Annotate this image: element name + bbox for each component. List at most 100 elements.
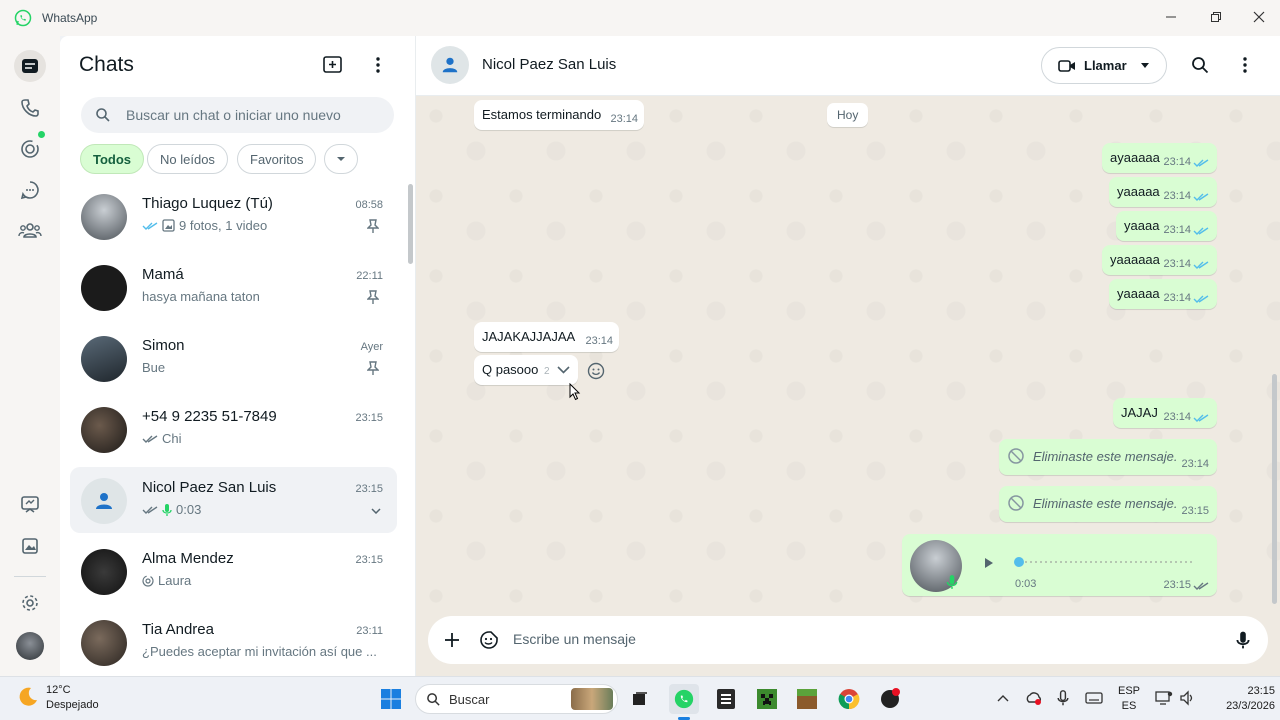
rail-chats-button[interactable]	[14, 50, 46, 82]
message-outgoing[interactable]: JAJAJ 23:14	[1113, 398, 1217, 428]
chat-time: 23:15	[355, 554, 383, 566]
microphone-icon[interactable]	[1236, 630, 1250, 650]
message-text: yaaaa	[1124, 218, 1160, 233]
restore-icon	[1211, 12, 1221, 22]
message-incoming[interactable]: JAJAKAJJAJAA 23:14	[474, 322, 619, 352]
language-indicator[interactable]: ESP	[1114, 685, 1144, 697]
onedrive-icon[interactable]	[1025, 690, 1043, 706]
read-ticks-icon	[1193, 227, 1209, 235]
message-text: Q pasooo	[482, 362, 539, 377]
search-icon	[427, 693, 440, 706]
message-area: Estamos terminando 23:14 Hoy ayaaaaa 23:14…	[416, 96, 1280, 606]
chat-name: +54 9 2235 51-7849	[142, 408, 277, 425]
close-icon	[1253, 11, 1265, 23]
message-text: Eliminaste este mensaje.	[1033, 449, 1178, 464]
call-button[interactable]: Llamar	[1041, 47, 1167, 84]
start-button[interactable]	[376, 684, 406, 714]
search-conversation-button[interactable]	[1186, 51, 1214, 79]
message-outgoing[interactable]: yaaaaa 23:14	[1109, 177, 1217, 207]
message-incoming[interactable]: Estamos terminando 23:14	[474, 100, 644, 130]
keyboard-icon[interactable]	[1085, 691, 1103, 705]
chat-row[interactable]: +54 9 2235 51-7849 23:15 Chi	[70, 396, 397, 462]
pin-icon	[367, 361, 379, 375]
taskbar-minecraft[interactable]	[752, 684, 782, 714]
conversation-menu-button[interactable]	[1231, 51, 1259, 79]
chat-row[interactable]: Mamá 22:11 hasya mañana taton	[70, 254, 397, 320]
react-emoji-button[interactable]	[584, 359, 608, 383]
taskbar-chrome[interactable]	[834, 684, 864, 714]
message-outgoing[interactable]: ayaaaaa 23:14	[1102, 143, 1217, 173]
taskbar-whatsapp[interactable]	[669, 684, 699, 714]
chrome-icon	[838, 689, 860, 710]
play-icon[interactable]	[984, 557, 994, 569]
message-time: 23:14	[1163, 258, 1191, 270]
message-options-chevron-icon[interactable]	[557, 366, 570, 374]
chatlist-scrollbar[interactable]	[408, 184, 413, 264]
clock-time[interactable]: 23:15	[1205, 685, 1275, 697]
contact-header-avatar[interactable]	[431, 46, 469, 84]
message-text: yaaaaaa	[1110, 252, 1160, 267]
new-chat-button[interactable]	[319, 51, 347, 79]
profile-avatar[interactable]	[16, 632, 44, 660]
rail-channels-button[interactable]	[14, 174, 46, 206]
weather-moon-icon[interactable]	[16, 685, 40, 709]
message-outgoing[interactable]: yaaaa 23:14	[1116, 211, 1217, 241]
chat-search[interactable]: Buscar un chat o iniciar uno nuevo	[81, 97, 394, 133]
deleted-message-icon	[1008, 448, 1024, 464]
minimize-icon	[1166, 16, 1176, 18]
video-call-icon	[1058, 59, 1075, 72]
message-outgoing[interactable]: yaaaaa 23:14	[1109, 279, 1217, 309]
message-deleted[interactable]: Eliminaste este mensaje. 23:14	[999, 439, 1217, 475]
message-input[interactable]: Escribe un mensaje	[513, 631, 636, 647]
caret-down-icon	[1140, 63, 1149, 68]
chat-row[interactable]: Thiago Luquez (Tú) 08:58 9 fotos, 1 vide…	[70, 183, 397, 249]
chat-time: 08:58	[355, 199, 383, 211]
double-check-icon	[142, 434, 158, 443]
maximize-button[interactable]	[1203, 6, 1229, 28]
close-window-button[interactable]	[1246, 6, 1272, 28]
voice-waveform[interactable]	[1012, 554, 1202, 570]
message-time: 23:14	[1163, 156, 1191, 168]
message-incoming-hovered[interactable]: Q pasooo 2	[474, 355, 578, 385]
filter-favoritos[interactable]: Favoritos	[237, 144, 317, 174]
chevron-down-icon[interactable]	[371, 508, 381, 514]
chat-row-selected[interactable]: Nicol Paez San Luis 23:15 0:03	[70, 467, 397, 533]
taskbar-task-view[interactable]	[625, 684, 655, 714]
rail-announcements-button[interactable]	[14, 488, 46, 520]
read-ticks-icon	[1193, 414, 1209, 422]
task-view-icon	[633, 692, 647, 705]
rail-media-button[interactable]	[14, 530, 46, 562]
microphone-icon[interactable]	[1057, 689, 1069, 707]
taskbar-app-notification[interactable]	[875, 684, 905, 714]
messages-scrollbar[interactable]	[1272, 374, 1277, 604]
message-text: JAJAJ	[1121, 405, 1158, 420]
rail-calls-button[interactable]	[14, 92, 46, 124]
attach-plus-icon[interactable]	[444, 632, 460, 648]
network-icon[interactable]	[1155, 690, 1173, 706]
chat-list-panel: Chats Buscar un chat o iniciar uno nuevo…	[60, 36, 416, 676]
rail-settings-button[interactable]	[14, 587, 46, 619]
taskbar-epic-games[interactable]	[711, 684, 741, 714]
contact-avatar	[81, 336, 127, 382]
filter-no-leidos[interactable]: No leídos	[147, 144, 228, 174]
filter-more-button[interactable]	[324, 144, 358, 174]
chatlist-menu-button[interactable]	[364, 51, 392, 79]
chat-row[interactable]: Tia Andrea 23:11 ¿Puedes aceptar mi invi…	[70, 609, 397, 675]
read-ticks-icon	[1193, 193, 1209, 201]
contact-header-name[interactable]: Nicol Paez San Luis	[482, 56, 616, 73]
taskbar-minecraft-launcher[interactable]	[792, 684, 822, 714]
minimize-button[interactable]	[1158, 6, 1184, 28]
chat-row[interactable]: Simon Ayer Bue	[70, 325, 397, 391]
message-deleted[interactable]: Eliminaste este mensaje. 23:15	[999, 486, 1217, 522]
volume-icon[interactable]	[1179, 690, 1195, 706]
contact-avatar	[81, 549, 127, 595]
filter-todos[interactable]: Todos	[80, 144, 145, 174]
chat-row[interactable]: Alma Mendez 23:15 Laura	[70, 538, 397, 604]
taskbar-search[interactable]: Buscar	[415, 684, 618, 714]
message-text: ayaaaaa	[1110, 150, 1160, 165]
voice-note-message[interactable]: 0:03 23:15	[902, 534, 1217, 596]
rail-communities-button[interactable]	[14, 214, 46, 246]
chevron-up-icon[interactable]	[997, 694, 1009, 702]
message-outgoing[interactable]: yaaaaaa 23:14	[1102, 245, 1217, 275]
sticker-emoji-icon[interactable]	[479, 630, 499, 650]
